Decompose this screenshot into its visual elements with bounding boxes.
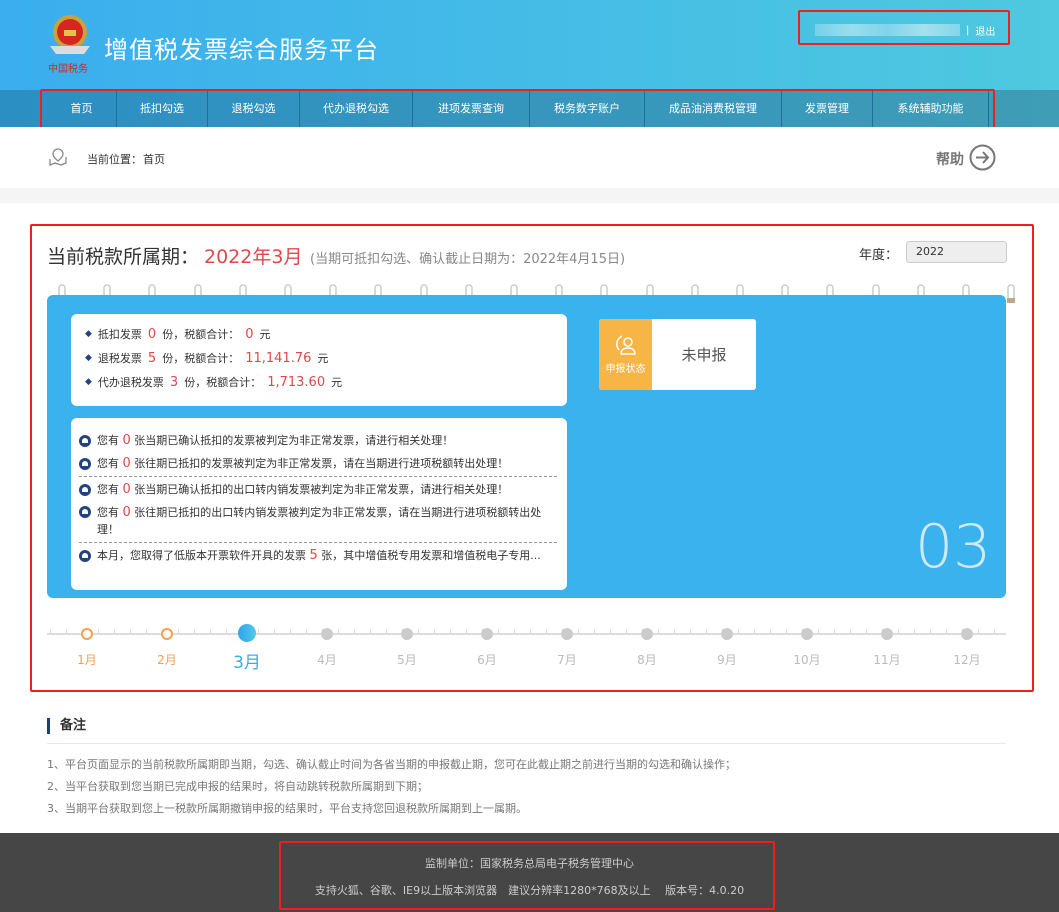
arrow-right-circle-icon[interactable] [969, 144, 996, 171]
period-value: 2022年3月 [204, 246, 303, 268]
month-dot[interactable] [481, 628, 493, 640]
nav-input-invoice-query[interactable]: 进项发票查询 [413, 90, 530, 127]
binder-ring-icon [1007, 283, 1016, 305]
footer-supervisor: 监制单位：国家税务总局电子税务管理中心 [425, 857, 634, 870]
period-deadline-note: (当期可抵扣勾选、确认截止日期为：2022年4月15日) [310, 252, 626, 267]
bell-icon [79, 434, 91, 447]
month-label[interactable]: 6月 [462, 651, 512, 668]
month-dot[interactable] [961, 628, 973, 640]
alerts-card: 您有 0 张当期已确认抵扣的发票被判定为非正常发票，请进行相关处理！ 您有 0 … [71, 418, 567, 590]
timeline-track [47, 633, 1006, 635]
alert-item: 您有 0 张当期已确认抵扣的出口转内销发票被判定为非正常发票，请进行相关处理！ [79, 481, 557, 498]
separator: | [966, 24, 970, 36]
summary-card: ◆ 抵扣发票 0 份，税额合计： 0 元 ◆ 退税发票 5 份，税额合计： 11,141.76 元 … [71, 314, 567, 406]
dashed-divider [79, 542, 557, 543]
footer: 监制单位：国家税务总局电子税务管理中心 支持火狐、谷歌、IE9以上版本浏览器 建… [0, 833, 1059, 912]
notes-title: 备注 [47, 718, 1006, 734]
month-dot[interactable] [801, 628, 813, 640]
diamond-bullet-icon: ◆ [85, 353, 92, 363]
summary-row: ◆ 退税发票 5 份，税额合计： 11,141.76 元 [85, 350, 329, 366]
bell-icon [79, 483, 91, 496]
filing-status-value: 未申报 [681, 346, 727, 364]
location-map-icon [49, 148, 67, 166]
nav-deduction-select[interactable]: 抵扣勾选 [117, 90, 208, 127]
note-item: 1、平台页面显示的当前税款所属期即当期，勾选、确认截止时间为各省当期的申报截止期… [47, 758, 736, 771]
month-label[interactable]: 9月 [702, 651, 752, 668]
note-item: 3、当期平台获取到您上一税款所属期撤销申报的结果时，平台支持您回退税款所属期到上… [47, 802, 527, 815]
alert-item: 您有 0 张当期已确认抵扣的发票被判定为非正常发票，请进行相关处理！ [79, 432, 557, 449]
nav-refund-select[interactable]: 退税勾选 [208, 90, 300, 127]
month-dot[interactable] [561, 628, 573, 640]
bell-icon [79, 457, 91, 470]
breadcrumb: 当前位置： 首页 帮助 [0, 127, 1059, 188]
month-label[interactable]: 3月 [222, 648, 272, 673]
logo-text: 中国税务 [48, 62, 88, 75]
year-select[interactable]: 2022 [906, 241, 1007, 263]
user-area: | 退出 [815, 22, 995, 38]
month-label[interactable]: 7月 [542, 651, 592, 668]
nav-agent-refund-select[interactable]: 代办退税勾选 [300, 90, 413, 127]
alert-item[interactable]: 本月，您取得了低版本开票软件开具的发票 5 张，其中增值税专用发票和增值税电子专… [79, 547, 557, 564]
help-link[interactable]: 帮助 [936, 149, 964, 169]
month-dot[interactable] [401, 628, 413, 640]
nav-home[interactable]: 首页 [47, 90, 117, 127]
month-dot[interactable] [881, 628, 893, 640]
month-label[interactable]: 11月 [862, 651, 912, 668]
month-label[interactable]: 4月 [302, 651, 352, 668]
bell-icon [79, 549, 91, 562]
summary-row: ◆ 代办退税发票 3 份，税额合计： 1,713.60 元 [85, 374, 343, 390]
breadcrumb-current[interactable]: 首页 [143, 151, 165, 167]
diamond-bullet-icon: ◆ [85, 329, 92, 339]
nav-system-functions[interactable]: 系统辅助功能 [873, 90, 989, 127]
dashed-divider [79, 476, 557, 477]
big-month-number: 03 [915, 512, 992, 582]
month-label[interactable]: 2月 [142, 651, 192, 668]
tax-emblem-logo: 中国税务 [48, 15, 90, 75]
notes-section: 备注 1、平台页面显示的当前税款所属期即当期，勾选、确认截止时间为各省当期的申报… [47, 718, 1006, 820]
breadcrumb-label: 当前位置： [87, 153, 142, 166]
period-label: 当前税款所属期： [47, 246, 200, 268]
diamond-bullet-icon: ◆ [85, 377, 92, 387]
month-dot[interactable] [81, 628, 93, 640]
alert-item: 您有 0 张往期已抵扣的出口转内销发票被判定为非正常发票，请在当期进行进项税额转… [79, 504, 557, 538]
nav-oil-tax[interactable]: 成品油消费税管理 [645, 90, 782, 127]
note-item: 2、当平台获取到您当期已完成申报的结果时，将自动跳转税款所属期到下期； [47, 780, 428, 793]
month-dot[interactable] [321, 628, 333, 640]
month-dot[interactable] [721, 628, 733, 640]
filing-status-label: 申报状态 [605, 364, 646, 375]
divider [0, 188, 1059, 203]
month-dot[interactable] [161, 628, 173, 640]
filing-status-card: 申报状态 未申报 [599, 319, 756, 390]
user-clock-icon [615, 335, 636, 355]
month-label[interactable]: 5月 [382, 651, 432, 668]
month-label[interactable]: 8月 [622, 651, 672, 668]
main-nav: 首页 抵扣勾选 退税勾选 代办退税勾选 进项发票查询 税务数字账户 成品油消费税… [0, 90, 1059, 127]
month-dot[interactable] [238, 624, 256, 642]
logout-link[interactable]: 退出 [975, 23, 995, 38]
alert-item: 您有 0 张往期已抵扣的发票被判定为非正常发票，请在当期进行进项税额转出处理！ [79, 455, 557, 472]
month-label[interactable]: 1月 [62, 651, 112, 668]
month-dot[interactable] [641, 628, 653, 640]
bell-icon [79, 506, 91, 518]
month-label[interactable]: 12月 [942, 651, 992, 668]
summary-row: ◆ 抵扣发票 0 份，税额合计： 0 元 [85, 326, 271, 342]
nav-tax-digital-account[interactable]: 税务数字账户 [530, 90, 645, 127]
month-label[interactable]: 10月 [782, 651, 832, 668]
masked-username [815, 24, 960, 36]
year-label: 年度： [859, 248, 899, 263]
footer-browser-info: 支持火狐、谷歌、IE9以上版本浏览器 建议分辨率1280*768及以上 版本号：… [314, 884, 745, 897]
header: 中国税务 增值税发票综合服务平台 | 退出 [0, 0, 1059, 90]
nav-invoice-management[interactable]: 发票管理 [782, 90, 873, 127]
platform-title: 增值税发票综合服务平台 [104, 36, 379, 64]
